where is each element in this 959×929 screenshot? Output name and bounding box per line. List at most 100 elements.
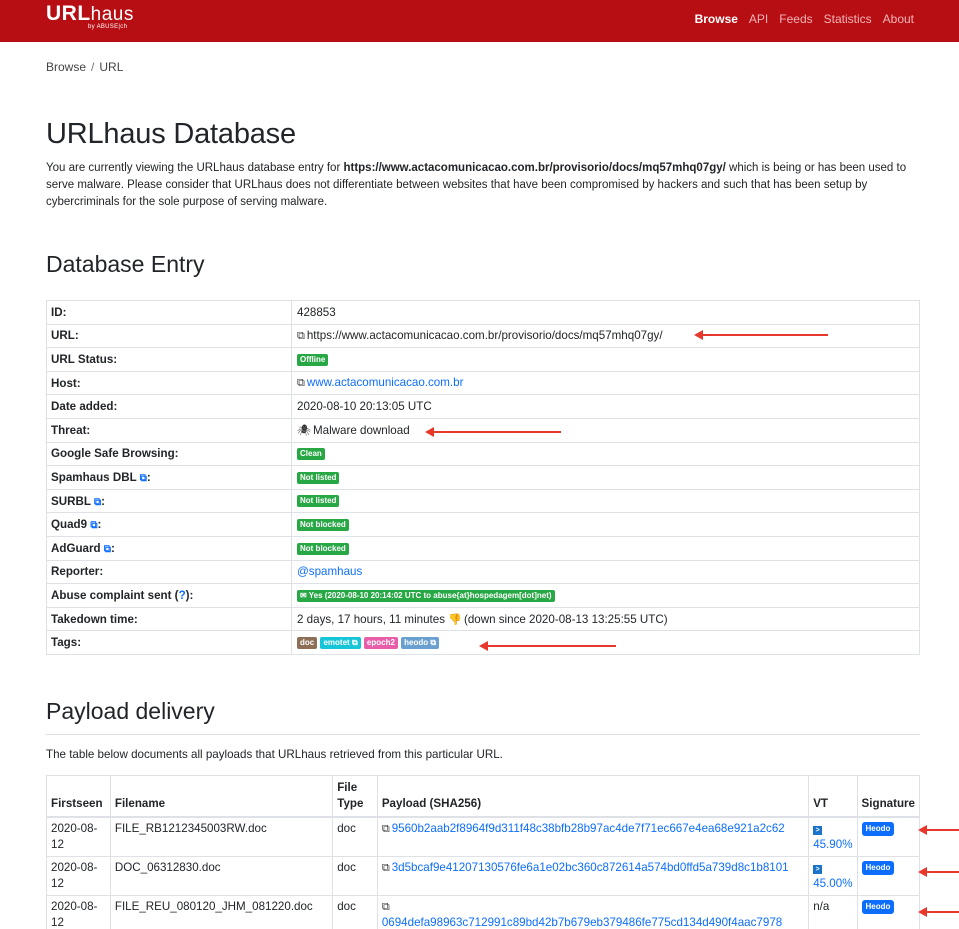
label-status: URL Status:: [46, 347, 292, 372]
label-abuse: Abuse complaint sent (: [51, 588, 179, 602]
top-navbar: URLhaus by ABUSE|ch Browse API Feeds Sta…: [0, 0, 959, 42]
firstseen-part2: 12: [51, 838, 64, 851]
row-host: Host: ⧉ www.actacomunicacao.com.br: [46, 370, 920, 396]
cell-payload: ⧉ 9560b2aab2f8964f9d311f48c38bfb28b97ac4d…: [376, 816, 810, 857]
cell-filetype: doc: [332, 895, 378, 929]
payload-hash-link[interactable]: 9560b2aab2f8964f9d311f48c38bfb28b97ac4de…: [392, 822, 785, 835]
firstseen-part2: 12: [51, 877, 64, 890]
arrow-annotation-tags: [479, 641, 616, 651]
abuse-badge: ✉ Yes (2020-08-10 20:14:02 UTC to abuse{…: [297, 589, 555, 602]
payload-description: The table below documents all payloads t…: [46, 748, 503, 761]
intro-url: https://www.actacomunicacao.com.br/provi…: [343, 162, 726, 174]
row-date: Date added: 2020-08-10 20:13:05 UTC: [46, 394, 920, 419]
payload-table: Firstseen Filename File Type Payload (SHA…: [46, 775, 921, 929]
virustotal-icon[interactable]: >: [813, 865, 823, 874]
brand-name: URLhaus: [46, 2, 134, 26]
divider: [46, 734, 920, 735]
value-takedown: 2 days, 17 hours, 11 minutes: [297, 612, 446, 626]
label-reporter: Reporter:: [46, 559, 292, 585]
spamhaus-badge: Not listed: [297, 471, 340, 484]
external-link-icon[interactable]: ⧉: [140, 473, 147, 484]
payload-hash-link[interactable]: 3d5bcaf9e41207130576fe6a1e02bc360c872614…: [392, 861, 789, 874]
nav-about[interactable]: About: [883, 12, 914, 26]
row-id: ID: 428853: [46, 300, 920, 325]
thumbs-down-icon: 👎: [448, 613, 462, 626]
value-url: https://www.actacomunicacao.com.br/provi…: [306, 328, 663, 342]
vt-score-link[interactable]: 45.00%: [813, 877, 852, 890]
abuse-help-link[interactable]: ?: [179, 589, 186, 602]
copy-icon[interactable]: ⧉: [297, 377, 305, 389]
row-reporter: Reporter: @spamhaus: [46, 559, 920, 585]
external-link-icon: ⧉: [430, 638, 437, 648]
label-threat: Threat:: [46, 417, 292, 443]
firstseen-part1: 2020-08-: [51, 822, 98, 835]
cell-filename: FILE_RB1212345003RW.doc: [109, 816, 334, 857]
label-surbl: SURBL: [51, 494, 91, 508]
row-surbl: SURBL ⧉: Not listed: [46, 488, 920, 514]
copy-icon[interactable]: ⧉: [382, 901, 390, 913]
cell-payload: ⧉ 3d5bcaf9e41207130576fe6a1e02bc360c87261…: [376, 856, 810, 896]
label-quad9: Quad9: [51, 518, 88, 532]
header-filetype-2: Type: [337, 797, 364, 810]
nav-statistics[interactable]: Statistics: [824, 12, 872, 26]
tag-emotet[interactable]: emotet ⧉: [320, 637, 361, 650]
cell-vt: >45.90%: [808, 816, 858, 857]
mail-icon: ✉: [300, 590, 309, 600]
label-gsb: Google Safe Browsing:: [46, 441, 292, 467]
header-firstseen: Firstseen: [46, 775, 111, 818]
label-colon: :: [146, 470, 151, 484]
label-date: Date added:: [46, 394, 292, 419]
database-entry-heading: Database Entry: [46, 251, 205, 277]
nav-feeds[interactable]: Feeds: [779, 12, 812, 26]
surbl-badge: Not listed: [297, 495, 340, 508]
label-colon: :: [110, 541, 115, 555]
table-row: 2020-08- 12 DOC_06312830.doc doc ⧉ 3d5bcaf…: [46, 856, 921, 896]
cell-firstseen: 2020-08- 12: [46, 856, 111, 896]
signature-badge[interactable]: Heodo: [861, 821, 895, 836]
firstseen-part2: 12: [51, 916, 64, 929]
quad9-badge: Not blocked: [297, 519, 349, 532]
virustotal-icon[interactable]: >: [813, 826, 823, 835]
header-vt: VT: [808, 775, 858, 818]
brand-name-light: haus: [90, 4, 134, 25]
row-status: URL Status: Offline: [46, 347, 920, 372]
main-nav: Browse API Feeds Statistics About: [695, 12, 914, 26]
external-link-icon[interactable]: ⧉: [104, 544, 111, 555]
gsb-badge: Clean: [297, 448, 325, 461]
cell-filename: FILE_REU_080120_JHM_081220.doc: [109, 895, 334, 929]
host-link[interactable]: www.actacomunicacao.com.br: [307, 376, 464, 389]
signature-badge[interactable]: Heodo: [861, 860, 895, 875]
external-link-icon: ⧉: [351, 638, 358, 648]
header-filename: Filename: [109, 775, 334, 818]
payload-header-row: Firstseen Filename File Type Payload (SHA…: [46, 775, 921, 818]
row-gsb: Google Safe Browsing: Clean: [46, 441, 920, 467]
arrow-annotation-signature: [918, 825, 959, 835]
status-badge: Offline: [297, 353, 329, 366]
nav-api[interactable]: API: [749, 12, 768, 26]
value-threat: Malware download: [312, 423, 410, 437]
row-spamhaus: Spamhaus DBL ⧉: Not listed: [46, 465, 920, 490]
nav-browse[interactable]: Browse: [695, 12, 738, 26]
payload-heading: Payload delivery: [46, 698, 215, 724]
row-abuse: Abuse complaint sent (?): ✉ Yes (2020-08-…: [46, 583, 920, 608]
label-id: ID:: [46, 300, 292, 325]
copy-icon[interactable]: ⧉: [297, 330, 305, 342]
cell-vt: n/a: [808, 895, 858, 929]
row-quad9: Quad9 ⧉: Not blocked: [46, 512, 920, 537]
reporter-link[interactable]: @spamhaus: [297, 565, 362, 578]
breadcrumb-browse[interactable]: Browse: [46, 60, 86, 74]
vt-score-link[interactable]: 45.90%: [813, 838, 852, 851]
copy-icon[interactable]: ⧉: [382, 862, 390, 874]
payload-hash-link[interactable]: 0694defa98963c712991c89bd42b7b679eb37948…: [382, 916, 782, 929]
tag-heodo-label: heodo: [404, 638, 429, 648]
cell-vt: >45.00%: [808, 856, 858, 896]
database-entry-table: ID: 428853 URL: ⧉ https://www.actacomunicac…: [46, 300, 920, 655]
copy-icon[interactable]: ⧉: [382, 823, 390, 835]
brand-name-bold: URL: [46, 2, 91, 25]
tag-heodo[interactable]: heodo ⧉: [401, 637, 440, 650]
signature-badge[interactable]: Heodo: [861, 899, 895, 914]
arrow-annotation-threat: [425, 427, 561, 437]
label-colon: :: [97, 518, 102, 532]
bug-icon: 🕷: [297, 424, 311, 437]
table-row: 2020-08- 12 FILE_REU_080120_JHM_081220.do…: [46, 895, 921, 929]
